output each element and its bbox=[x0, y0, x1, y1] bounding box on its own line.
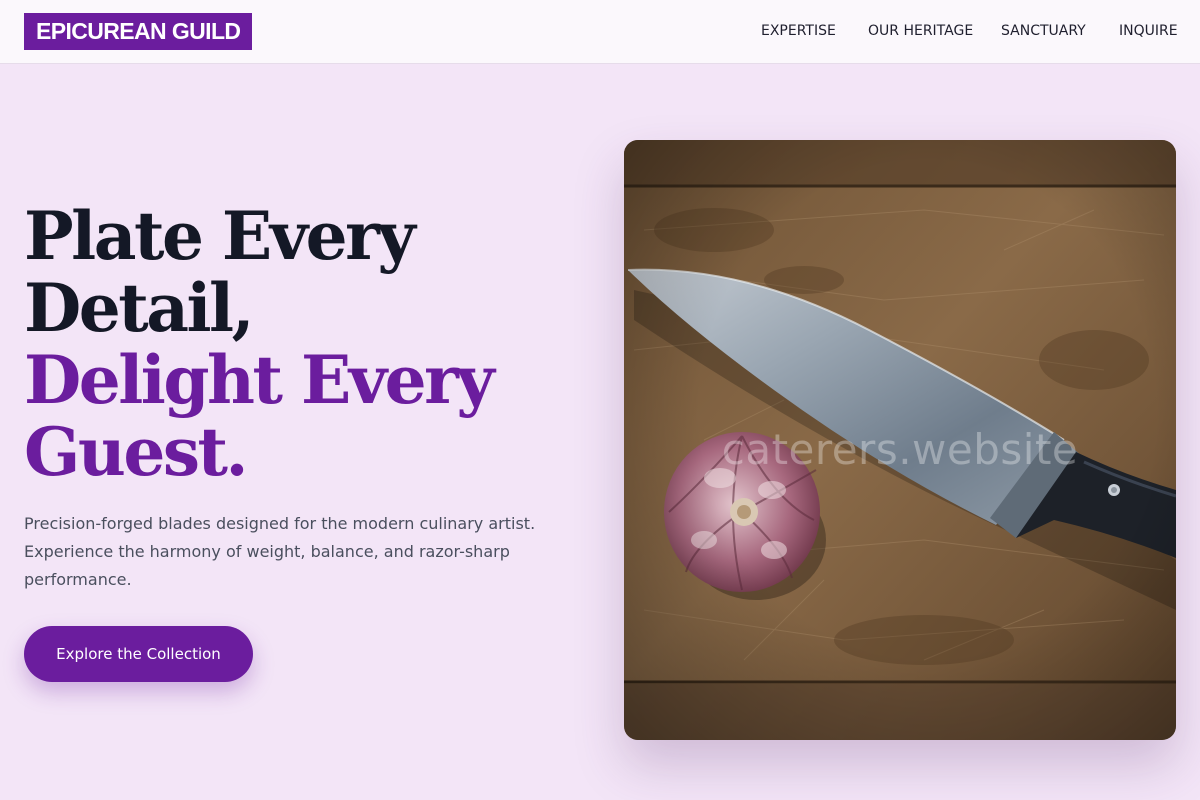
nav-link-our-heritage[interactable]: OUR HERITAGE bbox=[868, 21, 973, 41]
watermark-text: caterers.website bbox=[721, 425, 1079, 474]
explore-collection-button[interactable]: Explore the Collection bbox=[24, 626, 253, 682]
headline-line-1: Plate Every bbox=[24, 197, 416, 275]
headline-line-2: Detail, bbox=[24, 269, 255, 347]
nav-link-expertise[interactable]: EXPERTISE bbox=[761, 21, 836, 41]
nav-link-sanctuary[interactable]: SANCTUARY bbox=[1001, 21, 1086, 41]
nav-link-inquire[interactable]: INQUIRE bbox=[1119, 21, 1178, 41]
site-header: EPICUREAN GUILD EXPERTISE OUR HERITAGE S… bbox=[0, 0, 1200, 64]
brand-logo[interactable]: EPICUREAN GUILD bbox=[24, 13, 253, 50]
hero-image: caterers.website bbox=[624, 140, 1176, 740]
hero-description: Precision-forged blades designed for the… bbox=[24, 514, 536, 589]
hero-headline: Plate Every Detail, Delight Every Guest. bbox=[24, 200, 564, 488]
headline-accent-line-1: Delight Every bbox=[24, 341, 495, 419]
headline-accent-line-2: Guest. bbox=[24, 413, 248, 491]
